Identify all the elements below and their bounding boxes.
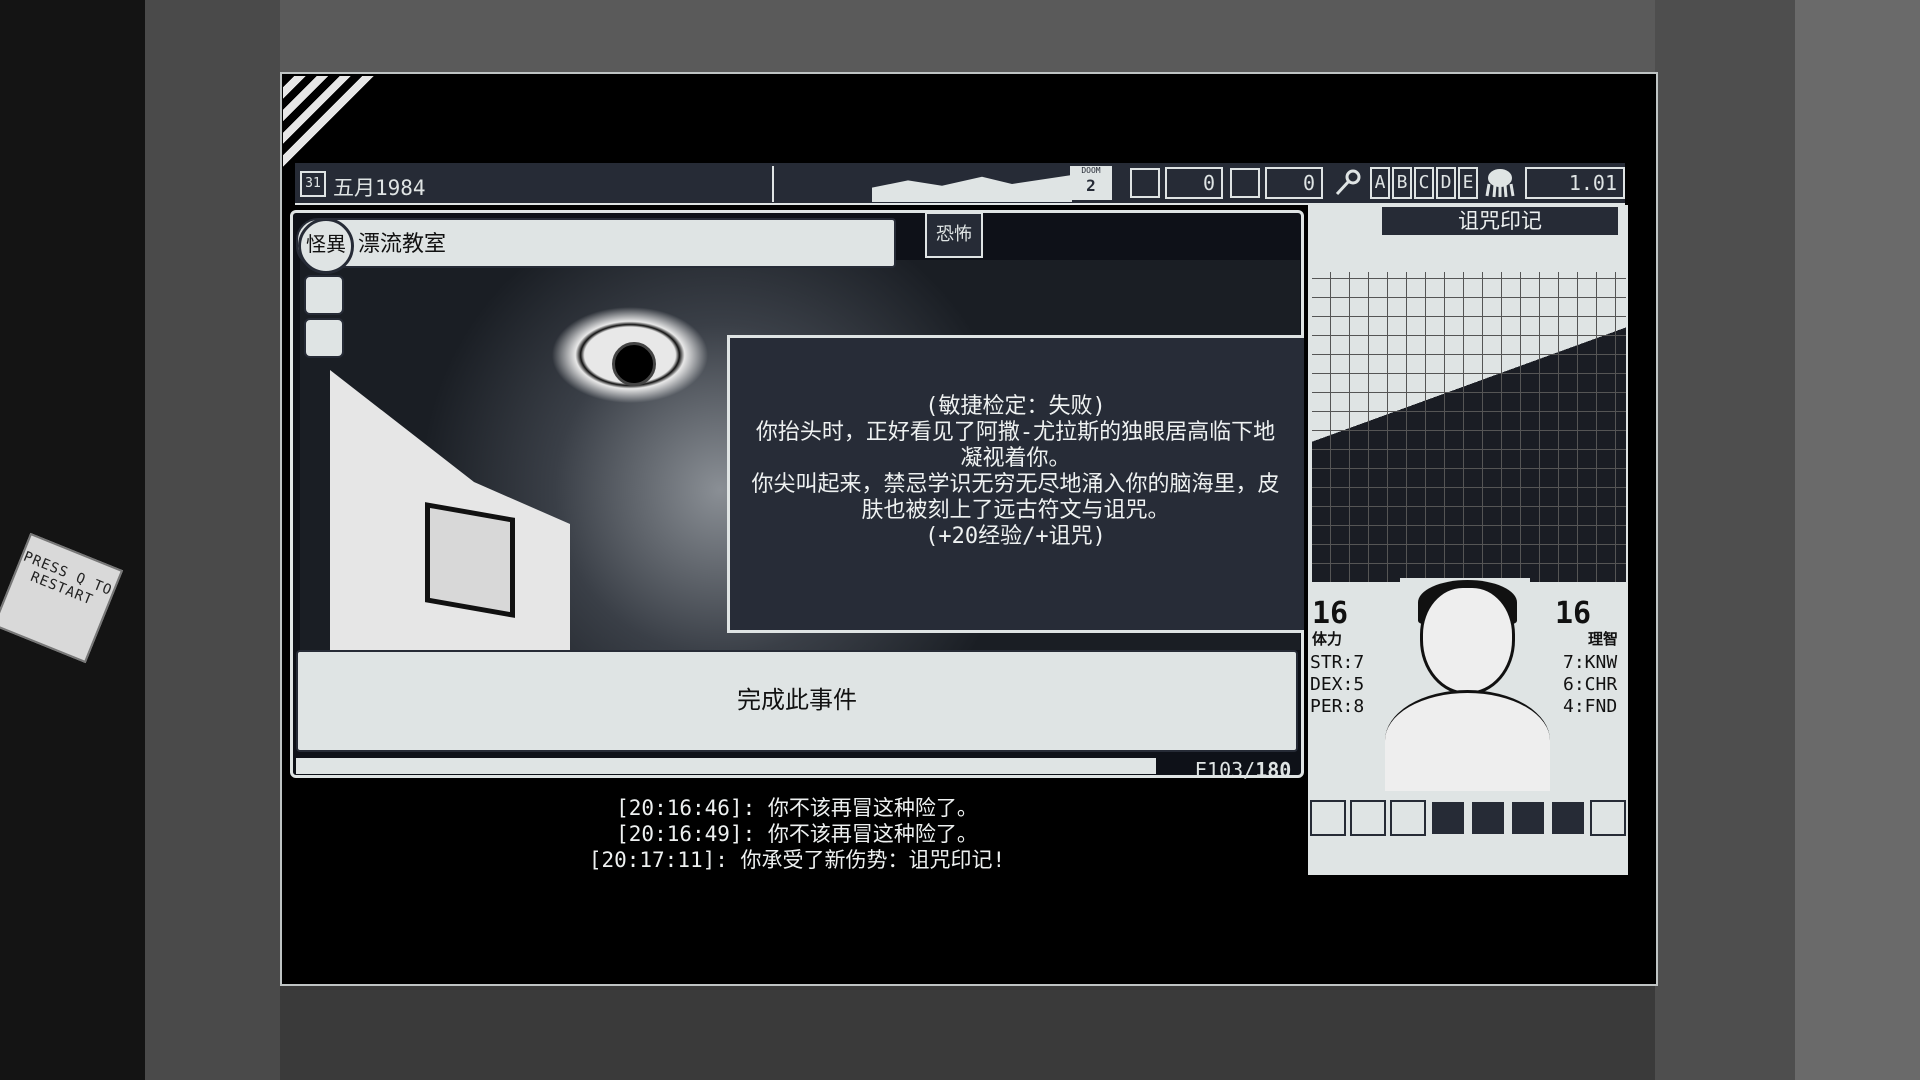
event-title: 漂流教室 (358, 232, 447, 257)
experience-max: 180 (1255, 758, 1292, 782)
key-slot-b: B (1392, 167, 1412, 199)
portrait-shoulders (1385, 690, 1550, 791)
calendar-icon: 31 (300, 171, 326, 197)
top-bar-divider (772, 166, 774, 202)
portrait-head (1420, 585, 1515, 695)
attribute-dex: DEX:5 (1310, 674, 1365, 695)
character-bottom-strip (1308, 842, 1628, 870)
curse-mark-illustration (1312, 272, 1626, 582)
mystery-box-icon[interactable] (304, 275, 344, 315)
gear-icon[interactable] (1590, 800, 1626, 836)
octopus-icon[interactable] (1483, 168, 1515, 198)
event-type-badge: 怪異 (298, 218, 354, 274)
attribute-per: PER:8 (1310, 696, 1365, 717)
monitor-bezel-top (145, 0, 1795, 72)
complete-event-button[interactable]: 完成此事件 (296, 650, 1298, 752)
version-value: 1.01 (1525, 167, 1625, 199)
background-wall-right (1795, 0, 1920, 1080)
left-attributes: STR:7 DEX:5 PER:8 (1310, 652, 1364, 718)
right-attributes: 7:KNW 6:CHR 4:FND (1563, 652, 1617, 718)
reason-value: 16 (1555, 596, 1591, 631)
horror-tag: 恐怖 (925, 212, 983, 258)
event-dialog-text: (敏捷检定：失败) 你抬头时，正好看见了阿撒-尤拉斯的独眼居高临下地 凝视着你。… (732, 394, 1299, 550)
key-icon[interactable] (1333, 168, 1363, 198)
giant-eye-pupil (612, 342, 656, 386)
experience-counter: E103/180 (1195, 758, 1291, 782)
calendar-day: 31 (305, 176, 321, 191)
key-letter-slots: A B C D E (1370, 167, 1478, 199)
dialog-line: 肤也被刻上了远古符文与诅咒。 (861, 498, 1170, 523)
monitor-bezel-left (145, 0, 280, 1080)
empty-slot[interactable] (1470, 800, 1506, 836)
attribute-chr: 6:CHR (1563, 674, 1618, 695)
check-icon[interactable] (1390, 800, 1426, 836)
gift-icon[interactable] (1130, 168, 1160, 198)
key-slot-d: D (1436, 167, 1456, 199)
log-entry: [20:17:11]: 你承受了新伤势：诅咒印记! (588, 848, 1006, 872)
stamina-number: 16 (1312, 596, 1349, 631)
doom-meter: DOOM 2 (1070, 166, 1112, 200)
empty-slot[interactable] (1550, 800, 1586, 836)
inventory-slots (1310, 800, 1626, 836)
log-entry: [20:16:46]: 你不该再冒这种险了。 (616, 796, 978, 820)
doom-value: 2 (1086, 176, 1096, 195)
dialog-line: 你抬头时，正好看见了阿撒-尤拉斯的独眼居高临下地 (755, 420, 1276, 445)
illustration-window (425, 502, 515, 618)
key-slot-a: A (1370, 167, 1390, 199)
doom-label: DOOM (1081, 166, 1101, 175)
reason-label: 理智 (1588, 630, 1619, 648)
gift-counter: 0 (1165, 167, 1223, 199)
attribute-knw: 7:KNW (1563, 652, 1618, 673)
reason-number: 16 (1555, 596, 1592, 631)
building-icon[interactable] (1230, 168, 1260, 198)
curse-mark-title: 诅咒印记 (1380, 205, 1620, 237)
log-entry: [20:16:49]: 你不该再冒这种险了。 (616, 822, 978, 846)
spiral-icon[interactable] (1350, 800, 1386, 836)
current-date: 五月1984 (333, 176, 426, 200)
dialog-line: 你尖叫起来，禁忌学识无穷无尽地涌入你的脑海里，皮 (751, 472, 1280, 497)
monitor-bezel-bottom (145, 985, 1795, 1080)
key-slot-e: E (1458, 167, 1478, 199)
event-progress-bar (296, 758, 1156, 774)
dialog-line: (+20经验/+诅咒) (925, 524, 1106, 549)
stamina-value: 16 (1312, 596, 1348, 631)
background-wall-left (0, 0, 145, 1080)
empty-slot[interactable] (1510, 800, 1546, 836)
attribute-str: STR:7 (1310, 652, 1365, 673)
attribute-fnd: 4:FND (1563, 696, 1618, 717)
empty-slot[interactable] (1430, 800, 1466, 836)
sun-icon[interactable] (304, 318, 344, 358)
experience-current: E103/ (1195, 758, 1256, 782)
monitor-bezel-right (1655, 0, 1795, 1080)
dialog-line: (敏捷检定：失败) (925, 394, 1106, 419)
bag-icon[interactable] (1310, 800, 1346, 836)
dialog-line: 凝视着你。 (960, 446, 1071, 471)
building-counter: 0 (1265, 167, 1323, 199)
stamina-label: 体力 (1312, 630, 1343, 648)
key-slot-c: C (1414, 167, 1434, 199)
message-log: [20:16:46]: 你不该再冒这种险了。 [20:16:49]: 你不该再冒… (290, 795, 1304, 873)
